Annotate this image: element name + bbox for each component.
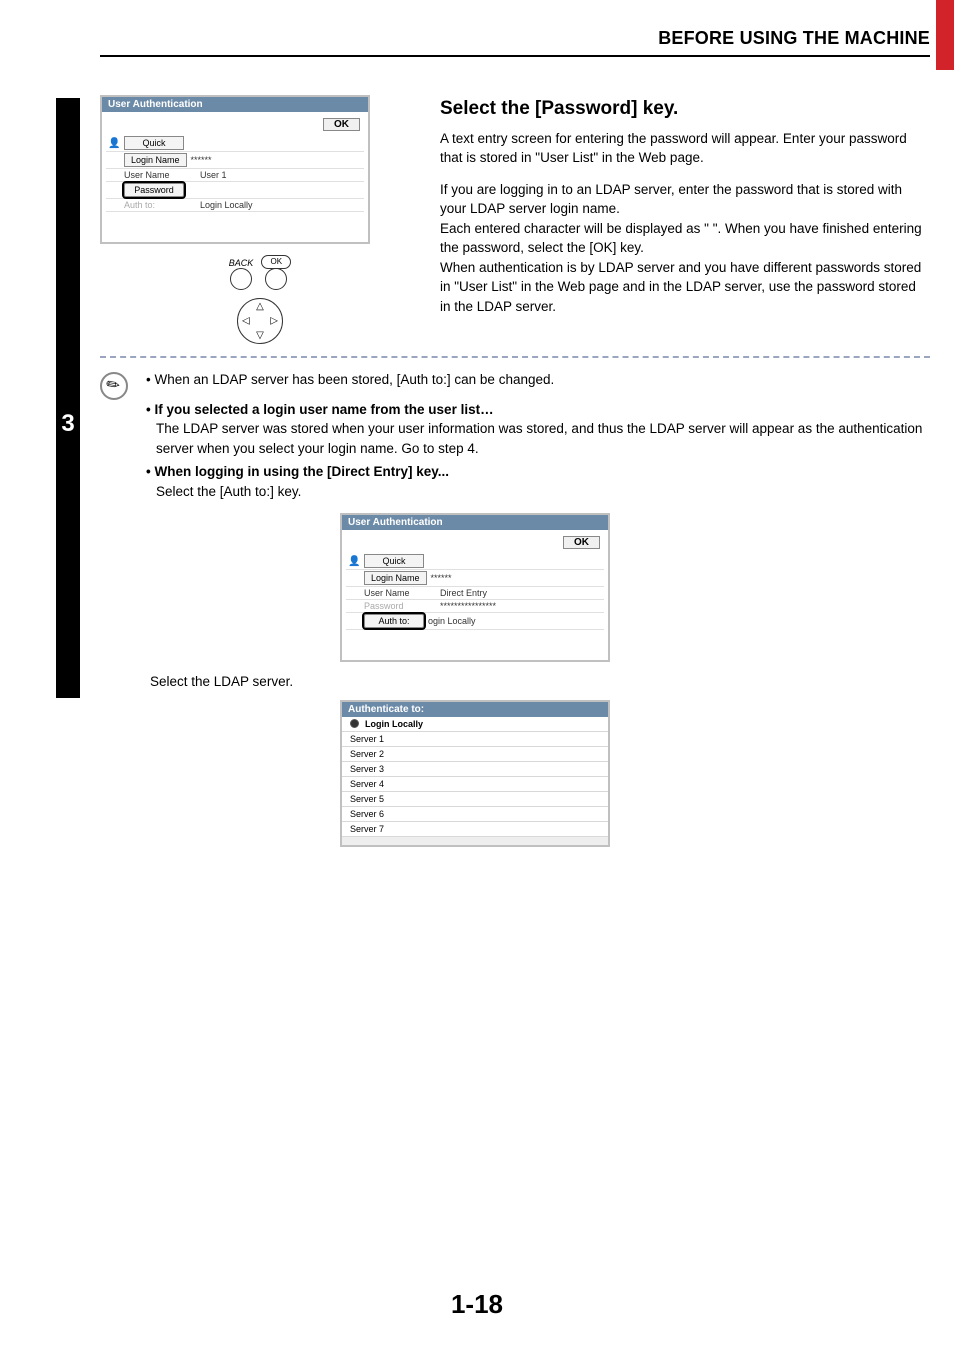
back-button[interactable] (230, 268, 252, 290)
lcd2-password-label: Password (364, 601, 436, 611)
nav-down-icon: ▽ (256, 330, 264, 341)
auth-row-3[interactable]: Server 3 (342, 762, 608, 777)
lcd1-auth-to-label: Auth to: (124, 200, 196, 210)
header-rule (100, 55, 930, 57)
note-bullet2-title: When logging in using the [Direct Entry]… (154, 464, 449, 479)
step-number: 3 (56, 410, 80, 438)
note-bullet1-body: The LDAP server was stored when your use… (156, 419, 930, 458)
lcd1-user-name-label: User Name (124, 170, 196, 180)
auth-row-7[interactable]: Server 7 (342, 822, 608, 837)
lcd-panel-1: User Authentication OK 👤 Quick Login Nam… (100, 95, 370, 244)
control-pad: BACK OK △ ▽ ◁ ▷ (200, 254, 320, 344)
instruction-heading: Select the [Password] key. (440, 95, 930, 123)
auth-row-3-label: Server 3 (350, 764, 384, 774)
instruction-para1: A text entry screen for entering the pas… (440, 129, 930, 168)
lcd-panel-2: User Authentication OK 👤 Quick Login Nam… (340, 513, 610, 662)
lcd1-auth-to-value: Login Locally (200, 200, 253, 210)
lcd2-auth-to-value: ogin Locally (428, 616, 476, 626)
auth-row-5[interactable]: Server 5 (342, 792, 608, 807)
nav-left-icon: ◁ (242, 316, 250, 327)
nav-pad[interactable]: △ ▽ ◁ ▷ (237, 298, 283, 344)
auth-row-0-label: Login Locally (365, 719, 423, 729)
lcd1-title: User Authentication (102, 97, 368, 112)
auth-row-1-label: Server 1 (350, 734, 384, 744)
page-number: 1-18 (0, 1289, 954, 1320)
dashed-separator (100, 356, 930, 358)
lcd2-login-name-button[interactable]: Login Name (364, 571, 427, 585)
note-bullet2: • When logging in using the [Direct Entr… (142, 462, 930, 501)
lcd2-password-value: **************** (440, 601, 496, 611)
note-bullet2-body: Select the [Auth to:] key. (156, 484, 301, 499)
lcd2-title: User Authentication (342, 515, 608, 530)
auth-list-title: Authenticate to: (342, 702, 608, 717)
lcd2-user-name-label: User Name (364, 588, 436, 598)
lcd2-ok-button[interactable]: OK (563, 536, 600, 549)
ok-indicator: OK (261, 255, 291, 269)
red-corner-decoration (936, 0, 954, 70)
lcd2-auth-to-button[interactable]: Auth to: (364, 614, 424, 628)
section-header: BEFORE USING THE MACHINE (100, 28, 930, 49)
nav-up-icon: △ (256, 301, 264, 312)
auth-row-4[interactable]: Server 4 (342, 777, 608, 792)
auth-row-7-label: Server 7 (350, 824, 384, 834)
lcd2-login-name-value: ****** (431, 573, 452, 583)
auth-row-4-label: Server 4 (350, 779, 384, 789)
step-sidebar (56, 98, 80, 698)
instruction-para2: If you are logging in to an LDAP server,… (440, 182, 902, 217)
user-icon: 👤 (348, 556, 360, 567)
lcd1-quick-button[interactable]: Quick (124, 136, 184, 150)
select-ldap-text: Select the LDAP server. (150, 672, 930, 692)
nav-right-icon: ▷ (270, 316, 278, 327)
auth-list-panel: Authenticate to: Login Locally Server 1 … (340, 700, 610, 847)
user-icon: 👤 (108, 138, 120, 149)
auth-row-1[interactable]: Server 1 (342, 732, 608, 747)
note-bullet1-title: If you selected a login user name from t… (154, 402, 493, 417)
note-line1: When an LDAP server has been stored, [Au… (142, 370, 930, 390)
auth-row-0[interactable]: Login Locally (342, 717, 608, 732)
lcd1-password-button[interactable]: Password (124, 183, 184, 197)
note-icon: ✎ (100, 372, 128, 400)
lcd1-ok-button[interactable]: OK (323, 118, 360, 131)
auth-row-2[interactable]: Server 2 (342, 747, 608, 762)
instruction-para3: Each entered character will be displayed… (440, 221, 922, 256)
radio-icon (350, 719, 359, 728)
lcd1-login-name-button[interactable]: Login Name (124, 153, 187, 167)
note-bullet1: • If you selected a login user name from… (142, 400, 930, 459)
lcd1-login-name-value: ****** (191, 155, 212, 165)
lcd1-user-name-value: User 1 (200, 170, 227, 180)
back-label: BACK (229, 258, 254, 268)
auth-row-2-label: Server 2 (350, 749, 384, 759)
auth-row-6[interactable]: Server 6 (342, 807, 608, 822)
instruction-para4: When authentication is by LDAP server an… (440, 260, 921, 314)
lcd2-user-name-value: Direct Entry (440, 588, 487, 598)
auth-row-5-label: Server 5 (350, 794, 384, 804)
lcd2-quick-button[interactable]: Quick (364, 554, 424, 568)
auth-row-6-label: Server 6 (350, 809, 384, 819)
ok-button[interactable] (265, 268, 287, 290)
